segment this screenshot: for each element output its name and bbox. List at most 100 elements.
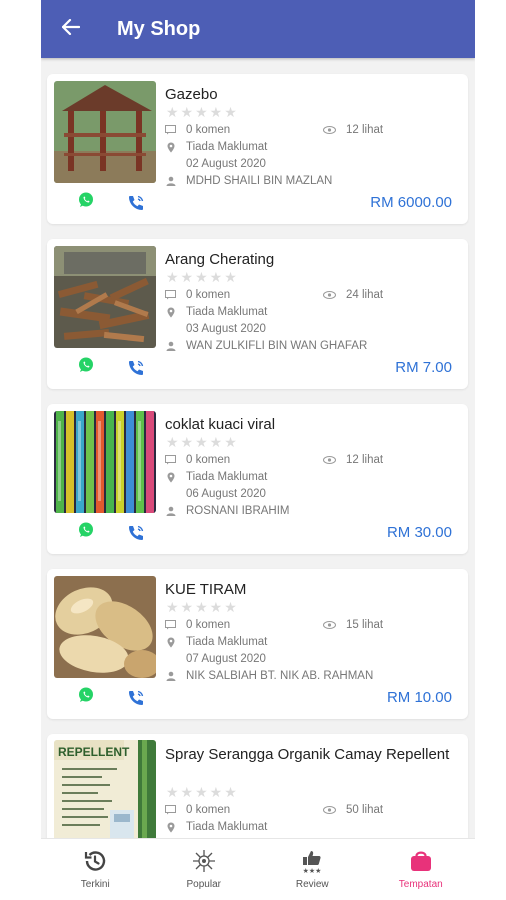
nav-popular[interactable]: Popular bbox=[150, 839, 259, 900]
product-list[interactable]: Gazebo ★★★★★ 0 komen 12 lihat Tiada Makl… bbox=[41, 58, 475, 838]
comment-text: 0 komen bbox=[186, 804, 231, 816]
price: RM 30.00 bbox=[386, 524, 452, 541]
post-date: 07 August 2020 bbox=[186, 653, 266, 665]
whatsapp-button[interactable] bbox=[77, 191, 95, 209]
nav-terkini[interactable]: Terkini bbox=[41, 839, 150, 900]
post-date: 06 August 2020 bbox=[186, 488, 266, 500]
comment-icon bbox=[165, 805, 176, 816]
product-image[interactable] bbox=[54, 576, 156, 678]
sparkle-icon bbox=[191, 848, 217, 874]
seller: NIK SALBIAH BT. NIK AB. RAHMAN bbox=[165, 670, 373, 682]
comment-text: 0 komen bbox=[186, 454, 231, 466]
product-card[interactable]: Gazebo ★★★★★ 0 komen 12 lihat Tiada Makl… bbox=[47, 74, 468, 224]
view-count: 12 lihat bbox=[323, 454, 383, 466]
view-count: 15 lihat bbox=[323, 619, 383, 631]
location: Tiada Maklumat bbox=[165, 636, 267, 648]
comment-text: 0 komen bbox=[186, 619, 231, 631]
phone-call-icon bbox=[126, 360, 146, 382]
nav-tempatan[interactable]: Tempatan bbox=[367, 839, 476, 900]
arrow-left-icon bbox=[61, 18, 81, 40]
bottom-navigation: Terkini Popular ★★★ Review Tempatan bbox=[41, 838, 475, 900]
seller-text: ROSNANI IBRAHIM bbox=[186, 505, 290, 517]
post-date: 02 August 2020 bbox=[186, 158, 266, 170]
product-name[interactable]: Gazebo bbox=[165, 85, 455, 104]
product-image[interactable]: REPELLENT bbox=[54, 740, 156, 838]
call-button[interactable] bbox=[126, 523, 146, 543]
call-button[interactable] bbox=[126, 193, 146, 213]
comment-icon bbox=[165, 455, 176, 466]
comment-icon bbox=[165, 125, 176, 136]
price: RM 6000.00 bbox=[370, 194, 452, 211]
phone-call-icon bbox=[126, 525, 146, 547]
location-text: Tiada Maklumat bbox=[186, 821, 268, 833]
comment-count: 0 komen bbox=[165, 124, 230, 136]
rating-stars: ★★★★★ bbox=[166, 434, 239, 450]
thumb-label: REPELLENT bbox=[58, 745, 130, 759]
product-image[interactable] bbox=[54, 246, 156, 348]
product-name[interactable]: Spray Serangga Organik Camay Repellent bbox=[165, 745, 455, 764]
price: RM 10.00 bbox=[386, 689, 452, 706]
whatsapp-icon bbox=[77, 687, 95, 708]
rating-stars: ★★★★★ bbox=[166, 269, 239, 285]
location-text: Tiada Maklumat bbox=[186, 306, 268, 318]
location-text: Tiada Maklumat bbox=[186, 636, 268, 648]
views-text: 24 lihat bbox=[346, 289, 384, 301]
nav-label: Popular bbox=[186, 879, 221, 890]
history-clock-icon bbox=[82, 848, 108, 874]
person-icon bbox=[165, 506, 176, 517]
back-button[interactable] bbox=[57, 15, 85, 43]
person-icon bbox=[165, 341, 176, 352]
comment-text: 0 komen bbox=[186, 124, 231, 136]
product-card[interactable]: REPELLENT Spray Serangga Organik Camay R… bbox=[47, 734, 468, 838]
product-name[interactable]: Arang Cherating bbox=[165, 250, 455, 269]
rating-stars: ★★★★★ bbox=[166, 784, 239, 800]
seller-text: WAN ZULKIFLI BIN WAN GHAFAR bbox=[186, 340, 368, 352]
whatsapp-icon bbox=[77, 522, 95, 543]
phone-call-icon bbox=[126, 195, 146, 217]
views-text: 15 lihat bbox=[346, 619, 384, 631]
whatsapp-icon bbox=[77, 357, 95, 378]
comment-count: 0 komen bbox=[165, 454, 230, 466]
product-name[interactable]: KUE TIRAM bbox=[165, 580, 455, 599]
product-card[interactable]: KUE TIRAM ★★★★★ 0 komen 15 lihat Tiada M… bbox=[47, 569, 468, 719]
call-button[interactable] bbox=[126, 358, 146, 378]
rating-stars: ★★★★★ bbox=[166, 599, 239, 615]
page-title: My Shop bbox=[117, 17, 201, 40]
app-screen: My Shop Gazebo ★★★★★ 0 komen 12 lihat Ti… bbox=[41, 0, 475, 900]
eye-icon bbox=[323, 621, 336, 629]
eye-icon bbox=[323, 291, 336, 299]
post-date: 03 August 2020 bbox=[186, 323, 266, 335]
product-name[interactable]: coklat kuaci viral bbox=[165, 415, 455, 434]
rating-stars: ★★★★★ bbox=[166, 104, 239, 120]
location-text: Tiada Maklumat bbox=[186, 471, 268, 483]
eye-icon bbox=[323, 806, 336, 814]
views-text: 12 lihat bbox=[346, 124, 384, 136]
price: RM 7.00 bbox=[395, 359, 452, 376]
phone-call-icon bbox=[126, 690, 146, 712]
call-button[interactable] bbox=[126, 688, 146, 708]
product-card[interactable]: Arang Cherating ★★★★★ 0 komen 24 lihat T… bbox=[47, 239, 468, 389]
svg-text:★★★: ★★★ bbox=[303, 867, 322, 874]
eye-icon bbox=[323, 126, 336, 134]
product-image[interactable] bbox=[54, 81, 156, 183]
location-pin-icon bbox=[165, 637, 176, 648]
eye-icon bbox=[323, 456, 336, 464]
nav-label: Review bbox=[295, 879, 329, 890]
seller: MDHD SHAILI BIN MAZLAN bbox=[165, 175, 332, 187]
nav-review[interactable]: ★★★ Review bbox=[258, 839, 367, 900]
product-image[interactable] bbox=[54, 411, 156, 513]
location-pin-icon bbox=[165, 472, 176, 483]
product-card[interactable]: coklat kuaci viral ★★★★★ 0 komen 12 liha… bbox=[47, 404, 468, 554]
whatsapp-button[interactable] bbox=[77, 521, 95, 539]
whatsapp-button[interactable] bbox=[77, 686, 95, 704]
shop-bag-icon bbox=[408, 848, 434, 874]
comment-text: 0 komen bbox=[186, 289, 231, 301]
seller: ROSNANI IBRAHIM bbox=[165, 505, 290, 517]
comment-icon bbox=[165, 620, 176, 631]
nav-label: Terkini bbox=[80, 879, 110, 890]
location-pin-icon bbox=[165, 142, 176, 153]
comment-count: 0 komen bbox=[165, 619, 230, 631]
whatsapp-button[interactable] bbox=[77, 356, 95, 374]
view-count: 50 lihat bbox=[323, 804, 383, 816]
location-text: Tiada Maklumat bbox=[186, 141, 268, 153]
